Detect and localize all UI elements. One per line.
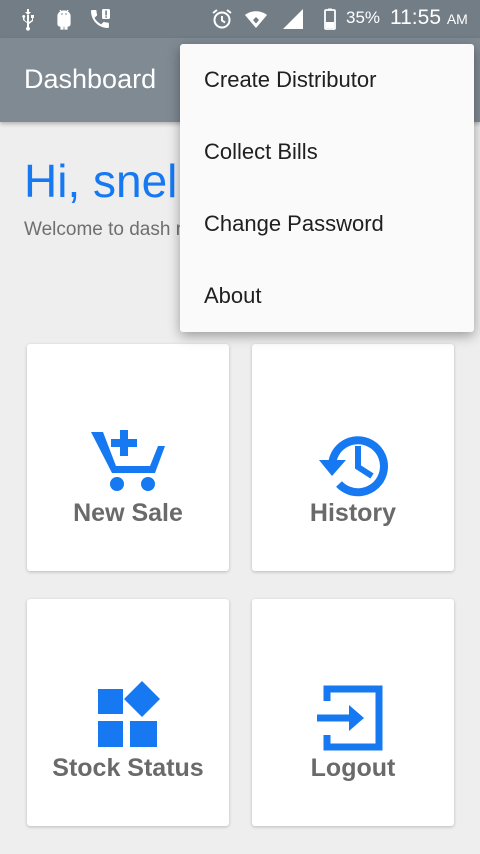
dashboard-widgets-icon bbox=[98, 681, 160, 747]
clock: 11:55 AM bbox=[390, 6, 468, 30]
logout-tile[interactable]: Logout bbox=[252, 599, 454, 826]
clock-ampm: AM bbox=[446, 11, 468, 27]
stock-status-tile[interactable]: Stock Status bbox=[27, 599, 229, 826]
usb-icon bbox=[22, 9, 34, 31]
alarm-icon bbox=[212, 9, 232, 29]
menu-item-collect-bills[interactable]: Collect Bills bbox=[180, 116, 474, 188]
menu-item-about[interactable]: About bbox=[180, 260, 474, 332]
overflow-menu: Create Distributor Collect Bills Change … bbox=[180, 44, 474, 332]
battery-icon bbox=[324, 8, 336, 30]
history-label: History bbox=[309, 499, 397, 527]
greeting-title: Hi, snel bbox=[24, 155, 178, 207]
history-tile[interactable]: History bbox=[252, 344, 454, 571]
clock-time: 11:55 bbox=[390, 6, 441, 29]
exit-to-app-icon bbox=[317, 685, 383, 751]
menu-item-change-password[interactable]: Change Password bbox=[180, 188, 474, 260]
app-bar-title: Dashboard bbox=[24, 64, 157, 94]
history-icon bbox=[319, 436, 388, 497]
new-sale-tile[interactable]: New Sale bbox=[27, 344, 229, 571]
battery-percent: 35% bbox=[346, 8, 381, 27]
new-sale-label: New Sale bbox=[73, 499, 183, 527]
screen: 35% 11:55 AM Dashboard Hi, snel Welcome … bbox=[0, 0, 480, 854]
wifi-icon bbox=[245, 11, 267, 28]
logout-label: Logout bbox=[310, 754, 396, 782]
call-alert-icon bbox=[91, 9, 110, 28]
add-to-cart-icon bbox=[91, 430, 165, 491]
android-debug-icon bbox=[57, 9, 71, 30]
status-bar: 35% 11:55 AM bbox=[0, 0, 480, 38]
signal-icon bbox=[283, 9, 303, 29]
menu-item-create-distributor[interactable]: Create Distributor bbox=[180, 44, 474, 116]
stock-status-label: Stock Status bbox=[52, 754, 204, 782]
